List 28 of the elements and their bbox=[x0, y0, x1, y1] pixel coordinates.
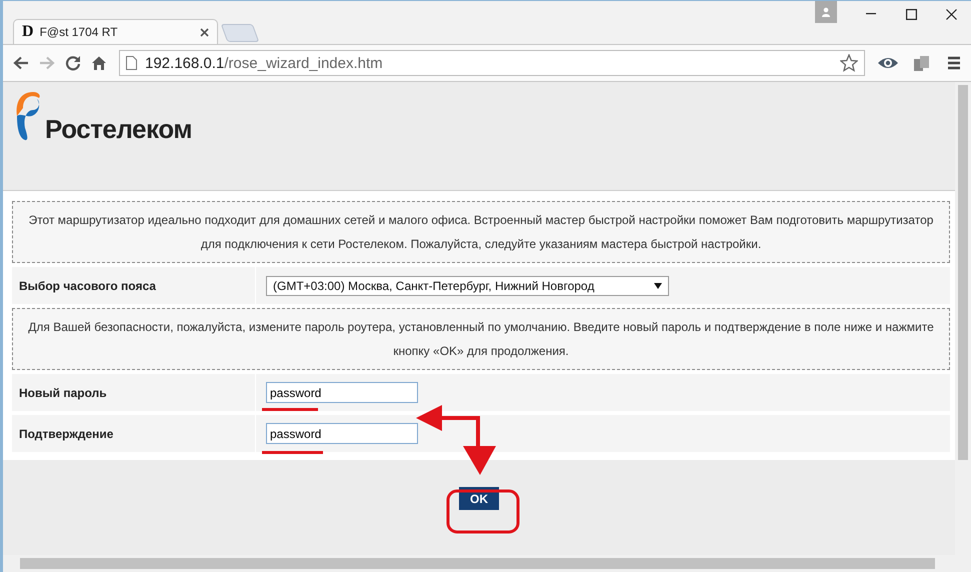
underline-mark bbox=[262, 451, 323, 454]
field-label: Новый пароль bbox=[12, 374, 256, 411]
person-icon bbox=[821, 7, 831, 17]
underline-mark bbox=[262, 408, 318, 411]
browser-tab[interactable]: D F@st 1704 RT bbox=[13, 19, 218, 44]
close-icon[interactable] bbox=[200, 28, 209, 36]
timezone-dropdown[interactable]: (GMT+03:00) Москва, Санкт-Петербург, Нижний Новгород bbox=[266, 276, 669, 296]
password-field[interactable]: password bbox=[266, 382, 418, 403]
page-icon bbox=[126, 56, 137, 70]
menu-icon[interactable] bbox=[947, 56, 961, 70]
star-icon[interactable] bbox=[840, 54, 858, 72]
field-label: Подтверждение bbox=[12, 415, 256, 452]
horizontal-scrollbar[interactable] bbox=[3, 555, 971, 572]
reload-icon[interactable] bbox=[65, 55, 81, 71]
back-icon[interactable] bbox=[13, 56, 29, 70]
caret-icon bbox=[654, 282, 662, 288]
vertical-scrollbar[interactable] bbox=[955, 82, 971, 555]
field-label: Выбор часового пояса bbox=[12, 267, 256, 304]
close-icon bbox=[946, 8, 956, 20]
address-bar[interactable]: 192.168.0.1/rose_wizard_index.htm bbox=[119, 50, 865, 76]
extension-icon[interactable] bbox=[913, 54, 931, 72]
logo-text: Ростелеком bbox=[45, 114, 192, 145]
notice-text: Для Вашей безопасности, пожалуйста, измените пароль роутера, установленный по умолчанию. Введите новый пароль и подтверждение в поле ниже и нажмите кнопку «OK» для продолжения. bbox=[12, 308, 950, 370]
minimize-icon bbox=[866, 13, 876, 15]
intro-text: Этот маршрутизатор идеально подходит для домашних сетей и малого офиса. Встроенный мастер быстрой настройки поможет Вам подготовить маршрутизатор для подключения к сети Ростелеком. Пожалуйста, следуйте указаниям мастера быстрой настройки. bbox=[12, 201, 950, 263]
maximize-icon bbox=[906, 8, 916, 20]
password-field[interactable]: password bbox=[266, 423, 418, 444]
home-icon[interactable] bbox=[91, 55, 107, 71]
